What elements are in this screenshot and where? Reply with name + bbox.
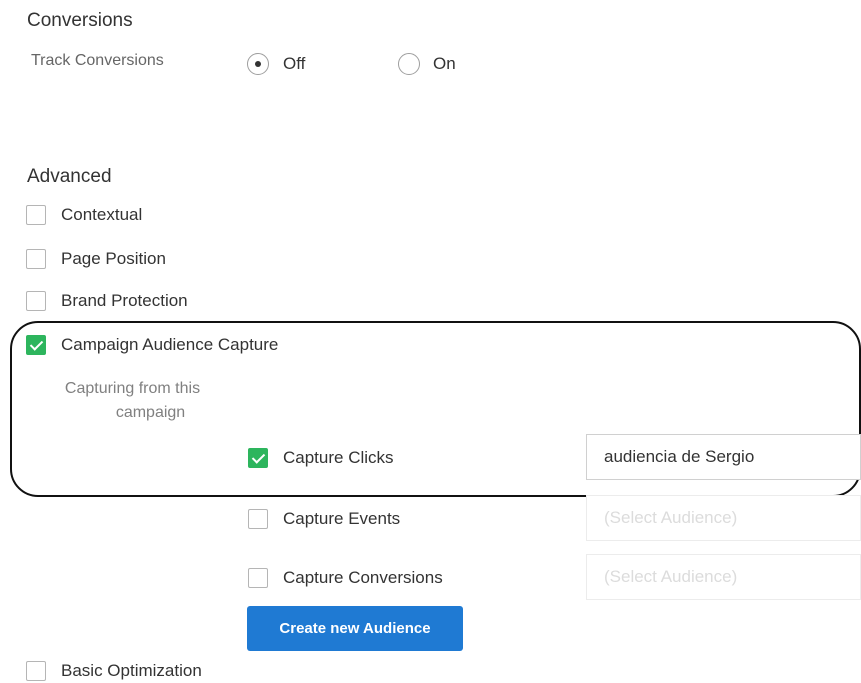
page-position-option[interactable]: Page Position: [26, 247, 326, 271]
basic-optimization-option[interactable]: Basic Optimization: [26, 659, 326, 683]
contextual-option[interactable]: Contextual: [26, 203, 326, 227]
capture-conversions-audience-placeholder: (Select Audience): [604, 567, 738, 586]
radio-off[interactable]: Off: [247, 53, 337, 77]
capture-clicks-audience-select[interactable]: audiencia de Sergio: [586, 434, 861, 480]
radio-on-circle[interactable]: [398, 53, 420, 75]
page-position-checkbox[interactable]: [26, 249, 46, 269]
capture-clicks-label: Capture Clicks: [283, 448, 394, 467]
capture-events-audience-placeholder: (Select Audience): [604, 508, 738, 527]
capture-events-label: Capture Events: [283, 509, 401, 528]
capture-events-checkbox[interactable]: [248, 509, 268, 529]
contextual-label: Contextual: [61, 205, 143, 224]
campaign-audience-capture-label: Campaign Audience Capture: [61, 335, 279, 354]
page-position-label: Page Position: [61, 249, 166, 268]
capture-conversions-option[interactable]: Capture Conversions: [248, 566, 548, 590]
capture-conversions-label: Capture Conversions: [283, 568, 443, 587]
contextual-checkbox[interactable]: [26, 205, 46, 225]
conversions-title: Conversions: [27, 10, 133, 31]
basic-optimization-checkbox[interactable]: [26, 661, 46, 681]
capture-conversions-checkbox[interactable]: [248, 568, 268, 588]
brand-protection-option[interactable]: Brand Protection: [26, 289, 326, 313]
capturing-from-label: Capturing from this campaign: [40, 377, 225, 425]
basic-optimization-label: Basic Optimization: [61, 661, 202, 680]
radio-off-label: Off: [283, 54, 306, 73]
track-conversions-label: Track Conversions: [31, 52, 164, 69]
campaign-audience-capture-checkbox[interactable]: [26, 335, 46, 355]
capture-conversions-audience-select[interactable]: (Select Audience): [586, 554, 861, 600]
capture-clicks-checkbox[interactable]: [248, 448, 268, 468]
radio-on[interactable]: On: [398, 53, 478, 77]
brand-protection-checkbox[interactable]: [26, 291, 46, 311]
capture-events-option[interactable]: Capture Events: [248, 507, 488, 531]
capturing-from-line2: campaign: [115, 404, 186, 421]
campaign-audience-capture-option[interactable]: Campaign Audience Capture: [26, 333, 366, 357]
capture-clicks-audience-value: audiencia de Sergio: [604, 447, 755, 466]
radio-off-circle[interactable]: [247, 53, 269, 75]
capture-events-audience-select[interactable]: (Select Audience): [586, 495, 861, 541]
brand-protection-label: Brand Protection: [61, 291, 188, 310]
create-new-audience-button[interactable]: Create new Audience: [247, 606, 463, 651]
radio-on-label: On: [433, 54, 456, 73]
capturing-from-line1: Capturing from this: [64, 380, 201, 397]
capture-clicks-option[interactable]: Capture Clicks: [248, 446, 488, 470]
advanced-title: Advanced: [27, 166, 112, 187]
